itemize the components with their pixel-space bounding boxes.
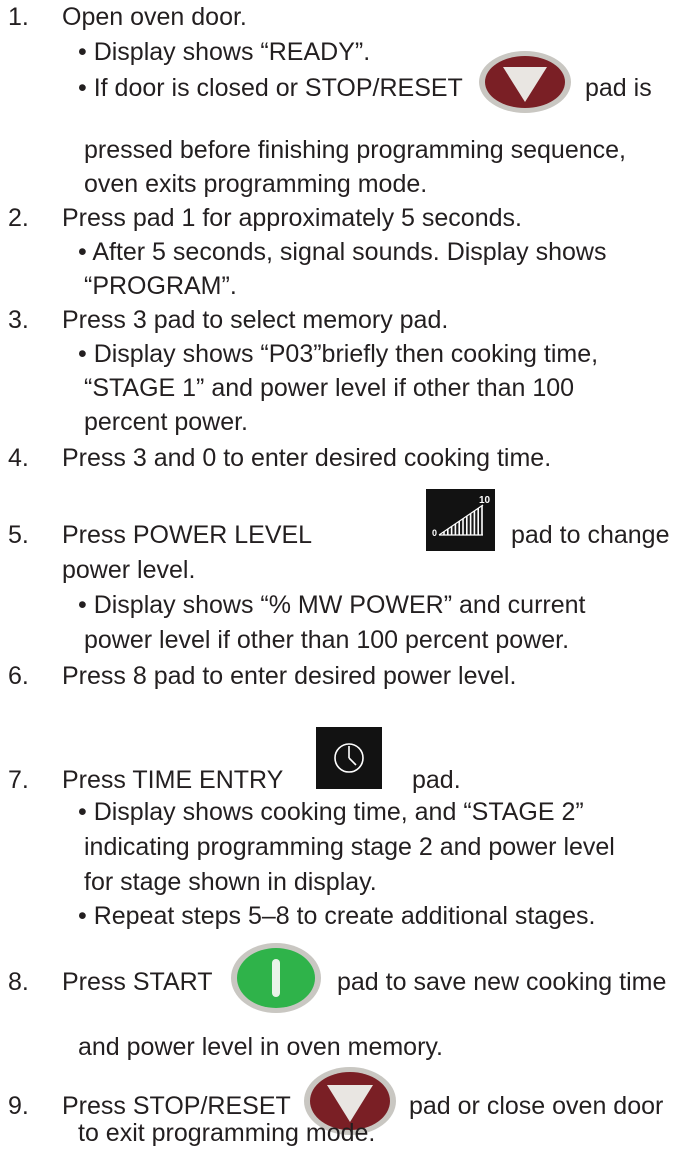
- step-number: 7.: [8, 766, 29, 794]
- step-text: pad.: [412, 766, 461, 794]
- bullet-continuation: “PROGRAM”.: [84, 272, 237, 300]
- step-text: Press START: [62, 968, 213, 996]
- power-level-max: 10: [479, 495, 491, 506]
- bullet-text: • After 5 seconds, signal sounds. Displa…: [78, 238, 607, 266]
- step-continuation: to exit programming mode.: [78, 1119, 376, 1147]
- step-text: Press 3 pad to select memory pad.: [62, 306, 449, 334]
- step-text: Press TIME ENTRY: [62, 766, 284, 794]
- step-continuation: power level.: [62, 556, 196, 584]
- step-text: pad is: [585, 74, 652, 102]
- step-text: Press POWER LEVEL: [62, 521, 313, 549]
- step-number: 4.: [8, 444, 29, 472]
- power-level-min: 0: [432, 528, 437, 538]
- step-number: 2.: [8, 204, 29, 232]
- power-level-icon: 10 0: [426, 489, 495, 551]
- instruction-page: { "steps": { "s1": { "num": "1.", "text"…: [0, 0, 692, 1153]
- bullet-text: • Display shows “P03”briefly then cookin…: [78, 340, 599, 368]
- step-text: pad to save new cooking time: [337, 968, 667, 996]
- step-text: pad to change: [511, 521, 670, 549]
- step-text: Press pad 1 for approximately 5 seconds.: [62, 204, 522, 232]
- time-entry-icon: [316, 727, 382, 789]
- start-icon: [231, 943, 321, 1013]
- step-text: Press STOP/RESET: [62, 1092, 291, 1120]
- step-text: Open oven door.: [62, 3, 247, 31]
- step-number: 1.: [8, 3, 29, 31]
- step-text: pad or close oven door: [409, 1092, 664, 1120]
- step-number: 8.: [8, 968, 29, 996]
- step-continuation: and power level in oven memory.: [78, 1033, 443, 1061]
- bullet-continuation: pressed before finishing programming seq…: [84, 136, 626, 164]
- step-number: 5.: [8, 521, 29, 549]
- bullet-text: • Display shows “READY”.: [78, 38, 371, 66]
- bullet-text: • Display shows “% MW POWER” and current: [78, 591, 586, 619]
- bullet-text: • If door is closed or STOP/RESET: [78, 74, 463, 102]
- bullet-continuation: “STAGE 1” and power level if other than …: [84, 374, 575, 402]
- step-text: Press 8 pad to enter desired power level…: [62, 662, 517, 690]
- bullet-continuation: for stage shown in display.: [84, 868, 377, 896]
- bullet-text: • Display shows cooking time, and “STAGE…: [78, 798, 584, 826]
- step-number: 9.: [8, 1092, 29, 1120]
- bullet-continuation: percent power.: [84, 408, 248, 436]
- step-number: 6.: [8, 662, 29, 690]
- step-text: Press 3 and 0 to enter desired cooking t…: [62, 444, 552, 472]
- bullet-continuation: oven exits programming mode.: [84, 170, 428, 198]
- stop-reset-icon: [479, 51, 571, 113]
- bullet-continuation: indicating programming stage 2 and power…: [84, 833, 615, 861]
- bullet-continuation: power level if other than 100 percent po…: [84, 626, 570, 654]
- bullet-text: • Repeat steps 5–8 to create additional …: [78, 902, 596, 930]
- step-number: 3.: [8, 306, 29, 334]
